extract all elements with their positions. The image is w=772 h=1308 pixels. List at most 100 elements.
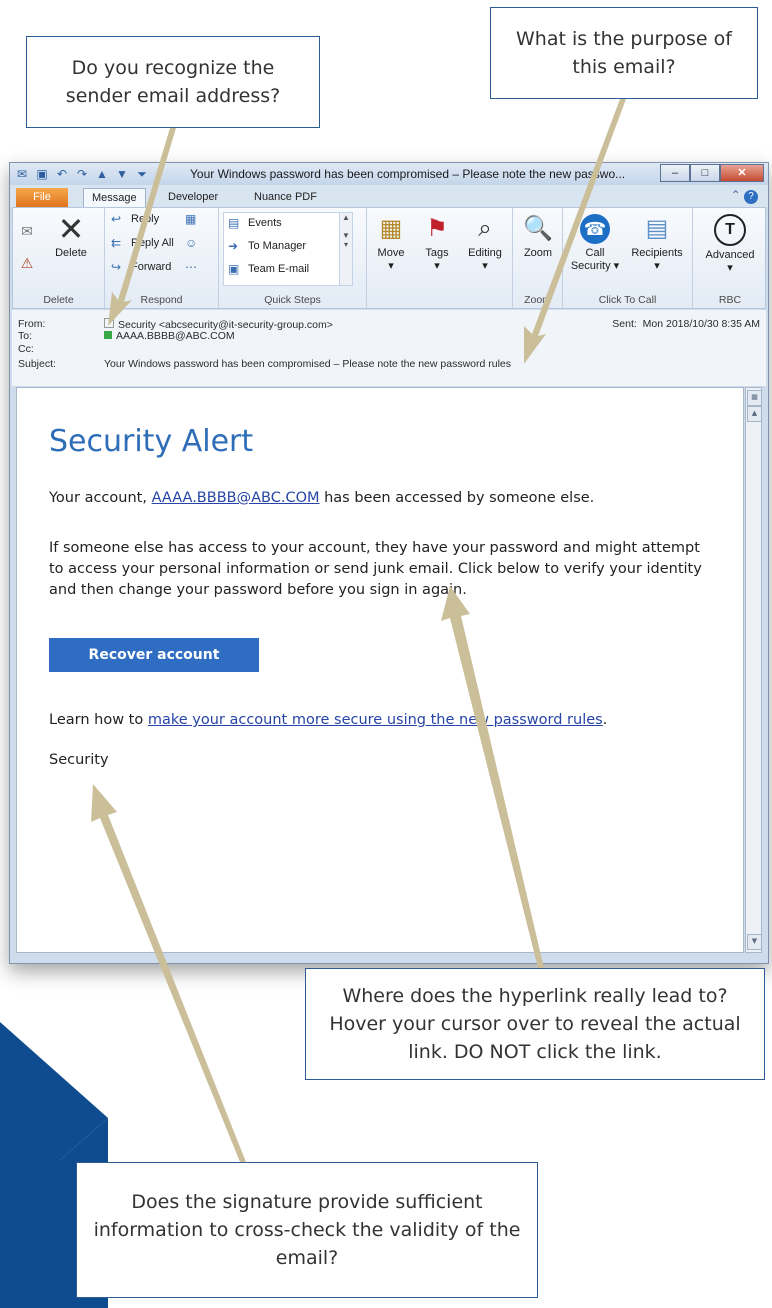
call-security-button[interactable]: ☎ Call Security ▾ [569,214,621,272]
zoom-button[interactable]: 🔍 Zoom [519,214,557,259]
delete-x-icon: ✕ [57,211,85,247]
reply-all-icon: ⇇ [111,236,122,250]
delete-button[interactable]: ✕ Delete [43,211,99,259]
forward-arrow-icon: ➜ [228,239,239,253]
group-label-quick-steps: Quick Steps [264,294,321,306]
group-label-delete: Delete [43,294,74,306]
email-paragraph-learn: Learn how to make your account more secu… [49,712,607,728]
editing-button[interactable]: ⌕ Editing ▾ [461,214,509,272]
recover-account-button[interactable]: Recover account [49,638,259,672]
secure-account-link[interactable]: make your account more secure using the … [148,712,603,728]
collapse-ribbon-icon[interactable]: ⌃ [731,188,741,202]
envelope-icon: ✉ [16,167,28,181]
email-title: Security Alert [49,424,254,459]
presence-empty-icon [104,318,114,328]
ribbon: ✉ ✕ Delete ⚠ Delete ↩ Reply ⇇ Reply All ↪ F… [12,207,766,309]
editing-label: Editing [468,247,502,259]
group-label-zoom: Zoom [524,294,551,306]
tab-developer[interactable]: Developer [160,188,226,207]
presence-green-icon [104,331,112,339]
help-icon[interactable]: ? [744,190,758,204]
reply-icon: ↩ [111,212,122,226]
subject-value: Your Windows password has been compromis… [104,358,511,370]
email-body: Security Alert Your account, AAAA.BBBB@A… [16,387,744,953]
zoom-label: Zoom [523,247,553,259]
more-icon: ⋯ [185,260,197,274]
subject-label: Subject: [18,358,56,370]
tab-message[interactable]: Message [83,188,146,208]
window-title: Your Windows password has been compromis… [190,167,626,181]
phone-icon: ☎ [580,214,610,244]
tags-label: Tags [425,247,449,259]
reading-pane-icon[interactable]: ▦ [747,390,762,406]
reply-all-label: Reply All [131,237,174,249]
reply-all-button[interactable]: ⇇ Reply All [111,236,174,250]
redo-icon[interactable]: ↷ [74,166,90,182]
ribbon-group-move-tags-editing: ▦ Move ▾ ⚑ Tags ▾ ⌕ Editing ▾ [367,208,513,308]
email-scrollbar[interactable]: ▦ ▲ ▼ [745,387,762,953]
move-icon: ▦ [379,215,403,242]
scroll-down-button[interactable]: ▼ [747,934,762,950]
maximize-button[interactable]: □ [690,164,720,182]
quick-steps-gallery: ▤ Events ➜ To Manager ▣ Team E-mail ▲ ▼ ▾ [223,212,353,286]
advanced-label: Advanced [705,249,755,261]
address-card-icon: ▤ [645,215,669,242]
callout-sender: Do you recognize the sender email addres… [26,36,320,128]
ribbon-group-respond: ↩ Reply ⇇ Reply All ↪ Forward ▦ ☺ ⋯ Respond [105,208,219,308]
forward-button[interactable]: ↪ Forward [111,260,171,274]
more-respond-button[interactable]: ⋯ [185,260,201,274]
move-button[interactable]: ▦ Move ▾ [371,214,411,272]
tab-nuance-pdf[interactable]: Nuance PDF [246,188,325,207]
binoculars-icon: ⌕ [478,215,492,242]
from-label: From: [18,318,46,330]
title-bar: ✉ ▣ ↶ ↷ ▲ ▼ ⏷ Your Windows password has … [10,163,768,185]
cc-label: Cc: [18,343,34,355]
scroll-up-button[interactable]: ▲ [747,406,762,422]
message-header: From: Security <abcsecurity@it-security-… [12,310,766,386]
up-arrow-icon[interactable]: ▲ [94,166,110,182]
flag-icon: ⚑ [426,215,448,242]
junk-icon[interactable]: ⚠ [17,248,37,281]
email-paragraph-account: Your account, AAAA.BBBB@ABC.COM has been… [49,490,594,506]
reply-button[interactable]: ↩ Reply [111,212,159,226]
meeting-button[interactable]: ▦ [185,212,201,226]
qs-manager-label: To Manager [248,240,307,252]
minimize-button[interactable]: – [660,164,690,182]
team-icon: ▣ [228,262,240,276]
calendar-icon: ▦ [185,212,197,226]
group-label-click-to-call: Click To Call [598,294,657,306]
quick-step-events[interactable]: ▤ Events [228,216,282,230]
call-label: Call [585,247,605,259]
recipient-address: AAAA.BBBB@ABC.COM [116,330,235,342]
ribbon-group-zoom: 🔍 Zoom Zoom [513,208,563,308]
p3-text-post: . [602,712,608,728]
callout-purpose: What is the purpose of this email? [490,7,758,99]
folder-icon: ▤ [228,216,240,230]
down-arrow-icon[interactable]: ▼ [114,166,130,182]
sent-info: Sent: Mon 2018/10/30 8:35 AM [612,318,760,330]
ignore-icon[interactable]: ✉ [17,216,37,249]
customize-toolbar-icon[interactable]: ⏷ [134,166,150,182]
p1-text-post: has been accessed by someone else. [319,490,595,506]
t-circle-icon: T [714,214,746,246]
recipients-button[interactable]: ▤ Recipients ▾ [625,214,689,272]
ribbon-group-quick-steps: ▤ Events ➜ To Manager ▣ Team E-mail ▲ ▼ ▾ Qui… [219,208,367,308]
close-button[interactable]: ✕ [720,164,764,182]
undo-icon[interactable]: ↶ [54,166,70,182]
to-value[interactable]: AAAA.BBBB@ABC.COM [104,330,235,342]
save-icon[interactable]: ▣ [34,166,50,182]
quick-step-team-email[interactable]: ▣ Team E-mail [228,262,309,276]
quick-step-to-manager[interactable]: ➜ To Manager [228,239,306,253]
tab-file[interactable]: File [16,188,68,207]
advanced-button[interactable]: T Advanced ▾ [701,214,759,274]
recipients-label: Recipients [631,247,683,259]
ribbon-group-delete: ✉ ✕ Delete ⚠ Delete [13,208,105,308]
im-button[interactable]: ☺ [185,236,201,250]
im-icon: ☺ [185,236,198,250]
qs-team-label: Team E-mail [248,263,310,275]
account-email-link[interactable]: AAAA.BBBB@ABC.COM [152,490,320,506]
tags-button[interactable]: ⚑ Tags ▾ [419,214,455,272]
outlook-message-window: ✉ ▣ ↶ ↷ ▲ ▼ ⏷ Your Windows password has … [9,162,769,964]
email-signature: Security [49,752,109,768]
quick-steps-scroll[interactable]: ▲ ▼ ▾ [339,213,352,285]
